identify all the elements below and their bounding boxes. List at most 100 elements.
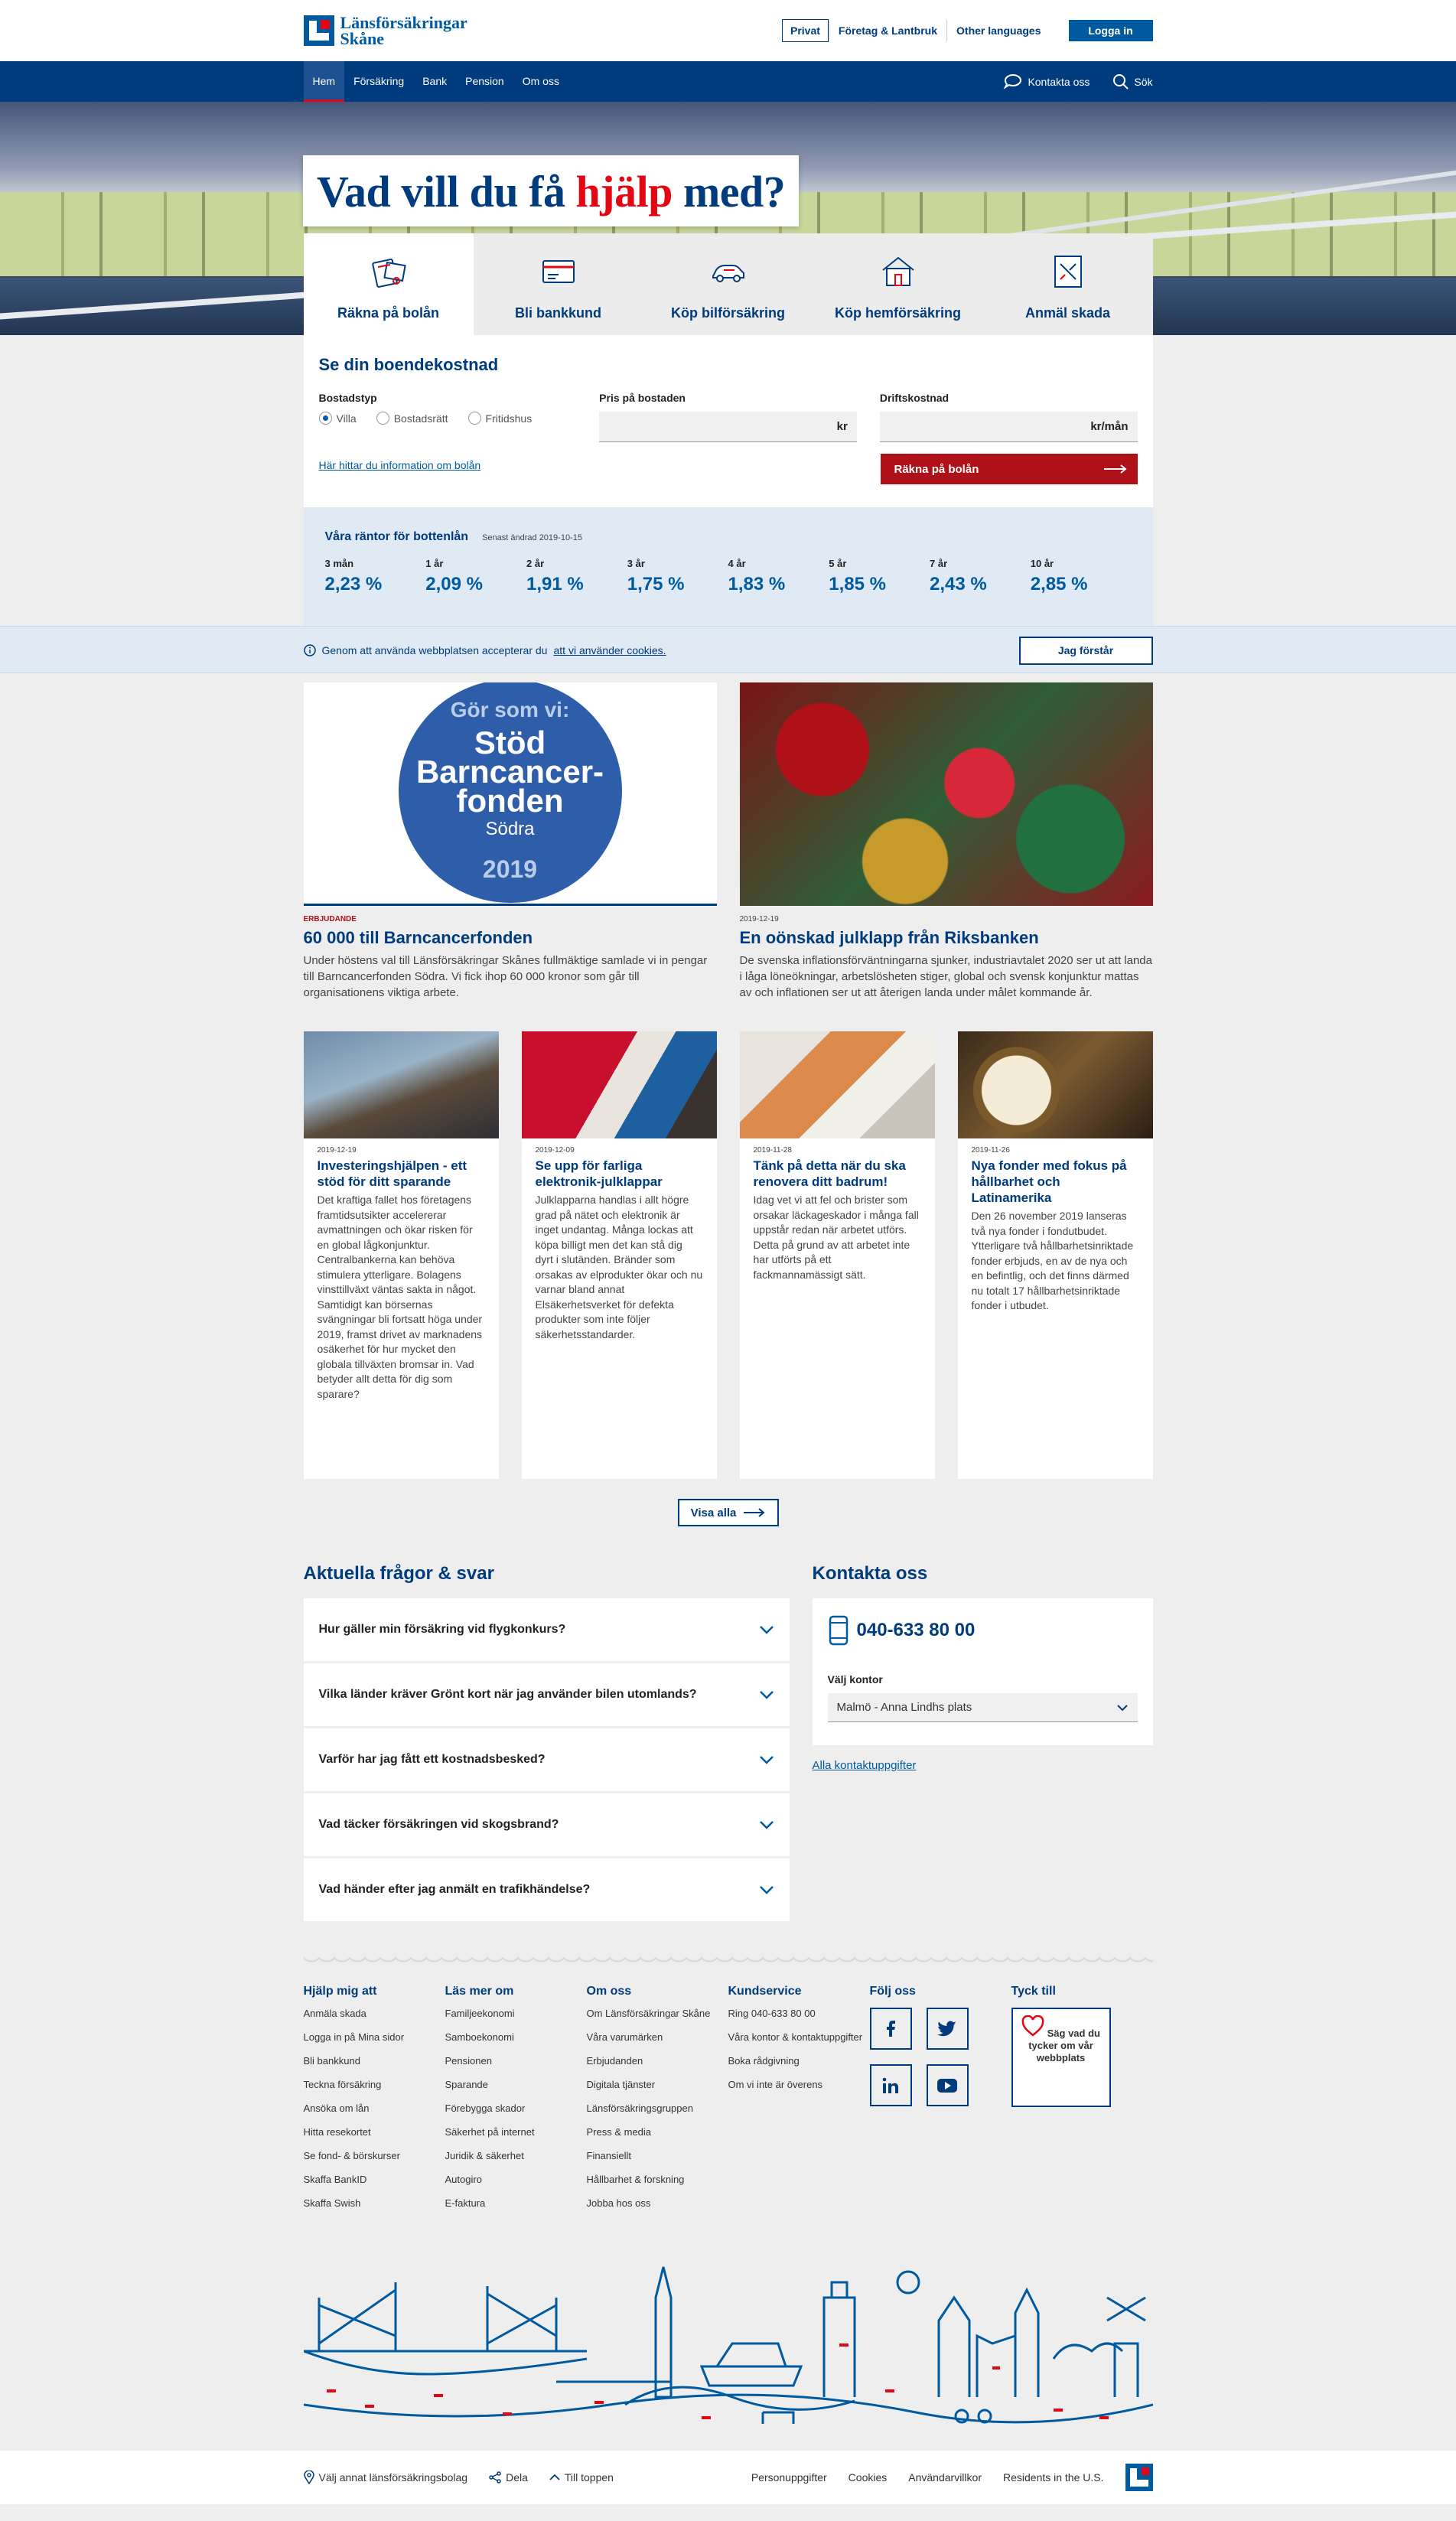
featured-card-barncancer[interactable]: Gör som vi: Stöd Barncancer-fonden Södra… (303, 682, 717, 1001)
office-select[interactable]: Malmö - Anna Lindhs plats (827, 1693, 1138, 1722)
footer-divider (303, 1954, 1153, 1969)
operating-cost-input[interactable]: kr/mån (879, 412, 1138, 442)
radio-fritidshus[interactable]: Fritidshus (467, 412, 532, 425)
footer-link[interactable]: Sparande (445, 2079, 587, 2091)
arrow-right-icon (1103, 464, 1127, 474)
segment-privat[interactable]: Privat (781, 19, 829, 42)
footer-link[interactable]: Bli bankkund (304, 2055, 445, 2067)
calculate-button[interactable]: Räkna på bolån (880, 454, 1138, 484)
footer-link[interactable]: Våra varumärken (587, 2031, 728, 2044)
news-title: Tänk på detta när du ska renovera ditt b… (753, 1158, 906, 1189)
faq-item[interactable]: Vad täcker försäkringen vid skogsbrand? (303, 1793, 790, 1856)
hero-title-highlight: hjälp (575, 167, 673, 217)
linkedin-link[interactable] (869, 2064, 912, 2106)
nav-item-om-oss[interactable]: Om oss (513, 61, 568, 102)
choose-company-link[interactable]: Välj annat länsförsäkringsbolag (303, 2471, 467, 2484)
footer-link[interactable]: Förebygga skador (445, 2102, 587, 2115)
footer-link[interactable]: Finansiellt (587, 2150, 728, 2162)
login-button[interactable]: Logga in (1068, 20, 1153, 41)
cookie-policy-link[interactable]: att vi använder cookies. (553, 644, 666, 656)
footer-link[interactable]: Pensionen (445, 2055, 587, 2067)
nav-item-hem[interactable]: Hem (303, 61, 345, 102)
footer-link[interactable]: Jobba hos oss (587, 2197, 728, 2210)
to-top-link[interactable]: Till toppen (549, 2471, 614, 2484)
price-unit: kr (836, 420, 848, 433)
faq-item[interactable]: Hur gäller min försäkring vid flygkonkur… (303, 1598, 790, 1661)
faq-item[interactable]: Vilka länder kräver Grönt kort när jag a… (303, 1663, 790, 1726)
footer-link[interactable]: Om Länsförsäkringar Skåne (587, 2008, 728, 2020)
footer-link[interactable]: Logga in på Mina sidor (304, 2031, 445, 2044)
footer-link[interactable]: Anmäla skada (304, 2008, 445, 2020)
mortgage-info-link[interactable]: Här hittar du information om bolån (319, 459, 481, 471)
news-card[interactable]: 2019-12-09 Se upp för farliga elektronik… (521, 1031, 717, 1479)
nav-item-pension[interactable]: Pension (456, 61, 513, 102)
all-contacts-link[interactable]: Alla kontaktuppgifter (813, 1759, 1153, 1772)
brand-logo-icon (303, 15, 334, 46)
article-date: 2019-12-19 (739, 915, 779, 923)
phone-number[interactable]: 040-633 80 00 (828, 1615, 1138, 1646)
segment-foretag[interactable]: Företag & Lantbruk (828, 20, 946, 41)
footer-link[interactable]: Teckna försäkring (304, 2079, 445, 2091)
footer-link[interactable]: Se fond- & börskurser (304, 2150, 445, 2162)
footer-link[interactable]: Hållbarhet & forskning (587, 2174, 728, 2186)
footer-link[interactable]: Ansöka om lån (304, 2102, 445, 2115)
radio-villa[interactable]: Villa (318, 412, 357, 425)
show-all-button[interactable]: Visa alla (677, 1499, 779, 1526)
faq-item[interactable]: Varför har jag fått ett kostnadsbesked? (303, 1728, 790, 1791)
nav-item-bank[interactable]: Bank (413, 61, 456, 102)
footer-link[interactable]: Ring 040-633 80 00 (728, 2008, 870, 2020)
tab-anmal-skada[interactable]: Anmäl skada (982, 233, 1153, 335)
search-link[interactable]: Sök (1112, 73, 1153, 90)
tool-tabs: Räkna på bolån Bli bankkund Köp bilförsä… (303, 233, 1153, 335)
footer-link[interactable]: Press & media (587, 2126, 728, 2138)
footer-link[interactable]: Erbjudanden (587, 2055, 728, 2067)
article-title: En oönskad julklapp från Riksbanken (739, 928, 1039, 947)
youtube-link[interactable] (926, 2064, 969, 2106)
cookies-link[interactable]: Cookies (849, 2471, 888, 2484)
news-card[interactable]: 2019-11-28 Tänk på detta när du ska reno… (739, 1031, 935, 1479)
tab-label: Köp bilförsäkring (670, 305, 785, 321)
feedback-button[interactable]: Säg vad du tycker om vår webbplats (1011, 2008, 1111, 2107)
footer-link[interactable]: Samboekonomi (445, 2031, 587, 2044)
share-link[interactable]: Dela (489, 2471, 528, 2484)
twitter-link[interactable] (926, 2008, 969, 2050)
interest-rates: Våra räntor för bottenlån Senast ändrad … (303, 507, 1153, 626)
footer-logo-icon (1125, 2464, 1153, 2491)
footer-link[interactable]: Autogiro (445, 2174, 587, 2186)
tab-kop-bilforsakring[interactable]: Köp bilförsäkring (643, 233, 813, 335)
footer-link[interactable]: Skaffa Swish (304, 2197, 445, 2210)
footer-link[interactable]: Juridik & säkerhet (445, 2150, 587, 2162)
tab-bli-bankkund[interactable]: Bli bankkund (473, 233, 643, 335)
nav-item-forsakring[interactable]: Försäkring (344, 61, 413, 102)
contact-label: Kontakta oss (1028, 75, 1090, 88)
footer-link[interactable]: Boka rådgivning (728, 2055, 870, 2067)
news-title: Investeringshjälpen - ett stöd för ditt … (317, 1158, 467, 1189)
featured-card-riksbanken[interactable]: 2019-12-19 En oönskad julklapp från Riks… (739, 682, 1153, 1001)
news-excerpt: Julklapparna handlas i allt högre grad p… (535, 1194, 703, 1340)
footer-link[interactable]: Våra kontor & kontaktuppgifter (728, 2031, 870, 2044)
news-card[interactable]: 2019-12-19 Investeringshjälpen - ett stö… (303, 1031, 499, 1479)
footer-link[interactable]: Säkerhet på internet (445, 2126, 587, 2138)
mobile-phone-icon (829, 1615, 848, 1646)
footer-link[interactable]: Länsförsäkringsgruppen (587, 2102, 728, 2115)
cookie-accept-button[interactable]: Jag förstår (1018, 636, 1153, 665)
faq-item[interactable]: Vad händer efter jag anmält en trafikhän… (303, 1858, 790, 1921)
footer-link[interactable]: Om vi inte är överens (728, 2079, 870, 2091)
footer-link[interactable]: Skaffa BankID (304, 2174, 445, 2186)
price-input[interactable]: kr (599, 412, 857, 442)
us-residents-link[interactable]: Residents in the U.S. (1003, 2471, 1104, 2484)
other-languages-link[interactable]: Other languages (946, 20, 1050, 41)
terms-link[interactable]: Användarvillkor (908, 2471, 982, 2484)
footer-link[interactable]: Familjeekonomi (445, 2008, 587, 2020)
footer-link[interactable]: Hitta resekortet (304, 2126, 445, 2138)
radio-bostadsratt[interactable]: Bostadsrätt (376, 412, 448, 425)
facebook-link[interactable] (869, 2008, 912, 2050)
news-card[interactable]: 2019-11-26 Nya fonder med fokus på hållb… (957, 1031, 1153, 1479)
footer-link[interactable]: E-faktura (445, 2197, 587, 2210)
tab-kop-hemforsakring[interactable]: Köp hemförsäkring (813, 233, 983, 335)
tab-rakna-pa-bolan[interactable]: Räkna på bolån (303, 233, 474, 335)
privacy-link[interactable]: Personuppgifter (751, 2471, 827, 2484)
footer-link[interactable]: Digitala tjänster (587, 2079, 728, 2091)
brand-logo[interactable]: Länsförsäkringar Skåne (303, 15, 467, 47)
contact-link[interactable]: Kontakta oss (1003, 73, 1090, 90)
